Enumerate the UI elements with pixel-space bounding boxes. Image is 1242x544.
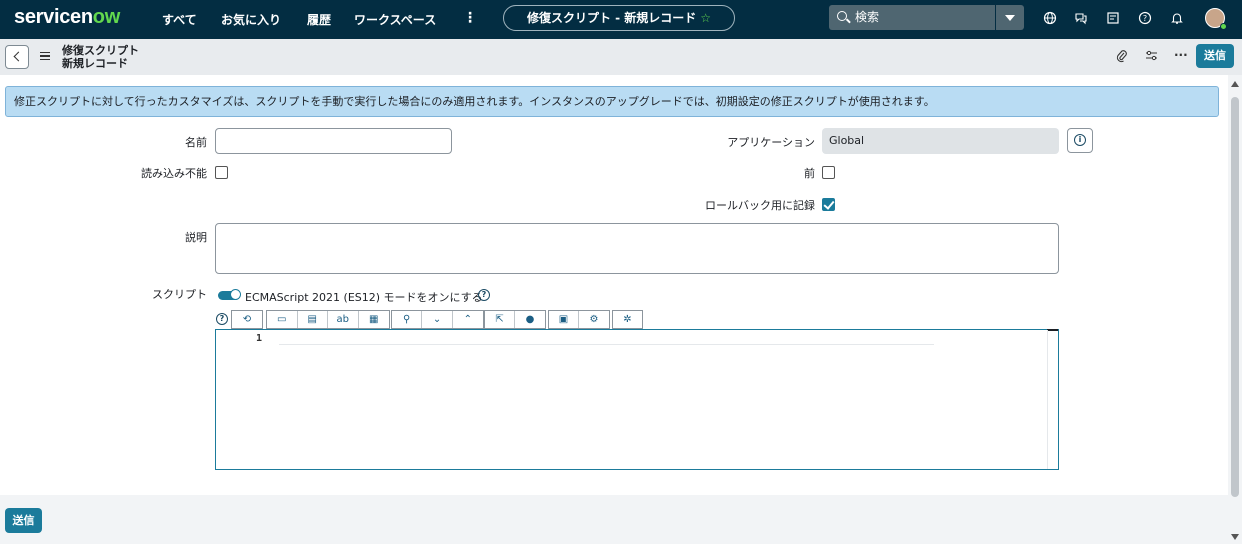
help-icon[interactable]: ● (515, 311, 545, 328)
info-banner: 修正スクリプトに対して行ったカスタマイズは、スクリプトを手動で実行した場合にのみ… (5, 86, 1219, 117)
page-scrollbar[interactable] (1228, 75, 1242, 544)
application-info-button[interactable]: i (1067, 128, 1093, 153)
name-input[interactable] (215, 128, 452, 154)
find-prev-icon[interactable]: ⌃ (453, 311, 483, 328)
read-only-checkbox[interactable] (215, 166, 228, 179)
editor-gutter: 1 (216, 330, 278, 469)
submit-button-top[interactable]: 送信 (1196, 44, 1234, 68)
context-menu-icon[interactable] (40, 52, 50, 60)
toolbar-group-view: ⇱ ● (484, 310, 546, 329)
globe-icon[interactable] (1043, 11, 1057, 25)
script-settings-icon[interactable]: ✲ (613, 311, 642, 328)
bell-icon[interactable] (1170, 11, 1184, 25)
toolbar-group-save: ▣ ⚙ (548, 310, 610, 329)
comment-block-icon[interactable]: ▤ (298, 311, 328, 328)
presence-dot (1220, 23, 1227, 30)
submit-button-bottom[interactable]: 送信 (5, 508, 42, 533)
nav-workspaces[interactable]: ワークスペース (354, 11, 436, 28)
top-navigation: servicenow すべて お気に入り 履歴 ワークスペース ⋮ 修復スクリプ… (0, 0, 1242, 39)
form-header: 修復スクリプト 新規レコード (0, 39, 1242, 75)
document-icon[interactable] (1106, 11, 1120, 25)
info-icon: i (1074, 134, 1086, 146)
scroll-down-icon[interactable] (1231, 534, 1239, 540)
back-button[interactable] (5, 45, 29, 69)
replace-icon[interactable]: ab (328, 311, 359, 328)
nav-favorites[interactable]: お気に入り (221, 11, 281, 28)
editor-help-icon[interactable]: ? (216, 313, 228, 325)
find-next-icon[interactable]: ⌄ (422, 311, 453, 328)
logo-text-accent: ow (92, 6, 120, 28)
script-editor[interactable]: 1 (215, 329, 1059, 470)
es12-toggle-label: ECMAScript 2021 (ES12) モードをオンにする (245, 291, 483, 304)
format-icon[interactable]: ⟲ (232, 311, 262, 328)
editor-scrollbar[interactable] (1047, 330, 1058, 469)
servicenow-logo[interactable]: servicenow (14, 6, 120, 29)
replace-all-icon[interactable]: ▦ (359, 311, 389, 328)
search-icon[interactable]: ⚲ (392, 311, 423, 328)
scroll-thumb[interactable] (1231, 97, 1239, 497)
user-avatar[interactable] (1205, 8, 1227, 30)
more-icon[interactable]: ··· (1174, 48, 1188, 62)
search-icon (837, 11, 847, 21)
logo-text: servicen (14, 6, 93, 28)
paperclip-icon[interactable] (1116, 49, 1128, 63)
context-pill-label: 修復スクリプト - 新規レコード (526, 11, 697, 25)
es12-help-icon[interactable]: ? (478, 289, 490, 301)
comment-icon[interactable]: ▭ (267, 311, 298, 328)
before-label: 前 (804, 167, 815, 180)
help-icon[interactable]: ? (1138, 11, 1152, 25)
record-rollback-label: ロールバック用に記録 (705, 199, 815, 212)
read-only-label: 読み込み不能 (141, 167, 207, 180)
settings-sliders-icon[interactable] (1145, 50, 1158, 62)
toolbar-group-settings: ✲ (612, 310, 643, 329)
star-icon[interactable]: ☆ (700, 11, 711, 25)
nav-more-icon[interactable]: ⋮ (463, 10, 477, 26)
toolbar-group-search: ⚲ ⌄ ⌃ (391, 310, 484, 329)
toolbar-group-format: ⟲ (231, 310, 263, 329)
search-placeholder: 検索 (855, 10, 880, 24)
record-rollback-checkbox[interactable] (822, 198, 835, 211)
application-field: Global (822, 128, 1059, 154)
name-label: 名前 (185, 136, 207, 149)
es12-toggle[interactable] (218, 289, 241, 300)
form-title: 修復スクリプト 新規レコード (62, 44, 139, 70)
description-textarea[interactable] (215, 223, 1059, 274)
save-icon[interactable]: ▣ (549, 311, 580, 328)
script-debugger-icon[interactable]: ⚙ (579, 311, 609, 328)
nav-all[interactable]: すべて (162, 11, 197, 28)
chat-icon[interactable] (1074, 11, 1088, 25)
nav-history[interactable]: 履歴 (307, 11, 331, 28)
svg-text:?: ? (1143, 14, 1147, 23)
editor-current-line (279, 331, 934, 345)
line-number: 1 (256, 333, 263, 344)
global-search-input[interactable]: 検索 (829, 5, 995, 30)
scroll-up-icon[interactable] (1231, 81, 1239, 87)
fullscreen-icon[interactable]: ⇱ (485, 311, 516, 328)
description-label: 説明 (185, 231, 207, 244)
context-pill[interactable]: 修復スクリプト - 新規レコード ☆ (503, 5, 735, 31)
form-title-record: 新規レコード (62, 57, 128, 70)
form-title-table: 修復スクリプト (62, 44, 139, 57)
script-label: スクリプト (152, 288, 207, 301)
before-checkbox[interactable] (822, 166, 835, 179)
application-label: アプリケーション (727, 136, 815, 149)
toolbar-group-comment: ▭ ▤ ab ▦ (266, 310, 390, 329)
search-scope-dropdown[interactable] (996, 5, 1024, 30)
